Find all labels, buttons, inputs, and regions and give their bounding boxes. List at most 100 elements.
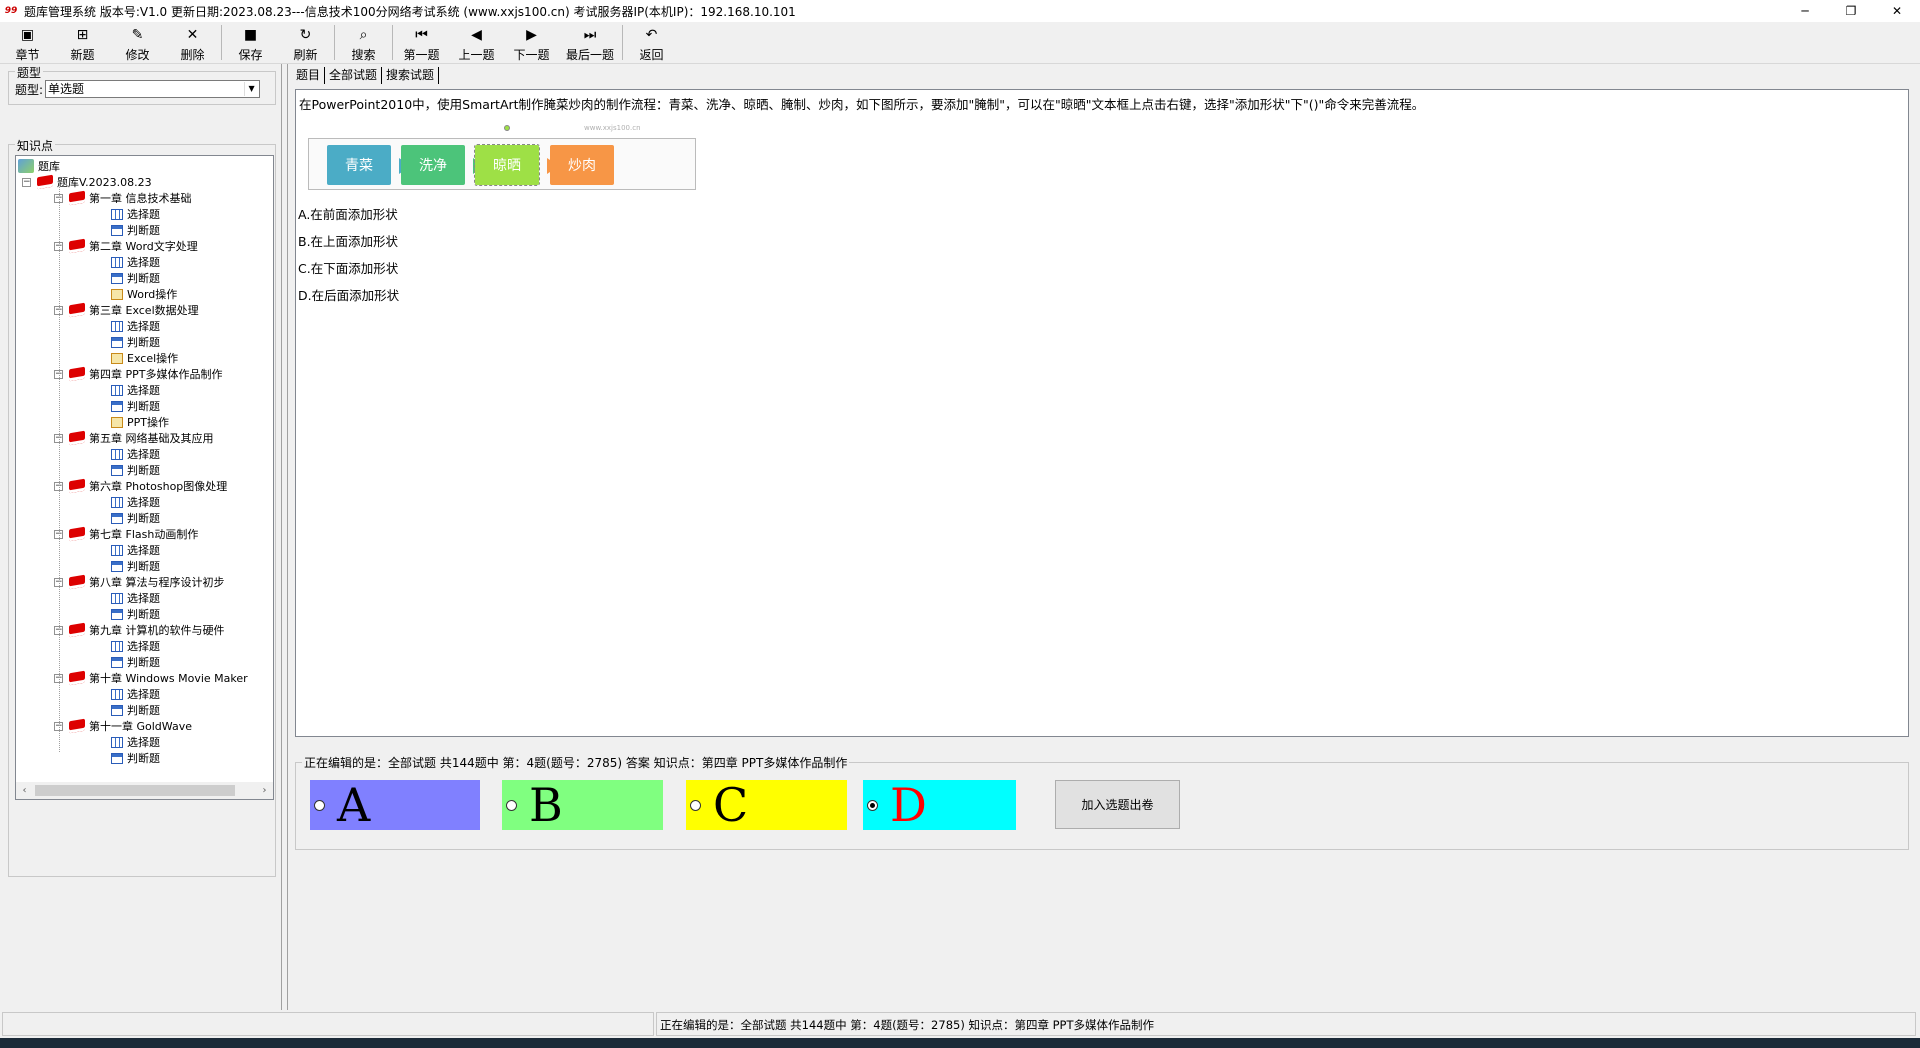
horizontal-scrollbar[interactable]: ‹ › — [16, 782, 273, 799]
scroll-thumb[interactable] — [35, 785, 235, 796]
tree-chapter[interactable]: − 第五章 网络基础及其应用 — [54, 430, 214, 446]
tree-leaf[interactable]: 选择题 — [111, 590, 160, 606]
toolbar-button-3[interactable]: ✕ 删除 — [165, 22, 220, 63]
tree-chapter[interactable]: − 第六章 Photoshop图像处理 — [54, 478, 227, 494]
tree-node-label: 判断题 — [127, 336, 160, 349]
judge-question-icon — [111, 464, 123, 476]
tree-leaf[interactable]: 判断题 — [111, 334, 160, 350]
chevron-down-icon[interactable]: ▼ — [244, 82, 258, 96]
minimize-button[interactable]: ─ — [1782, 0, 1828, 22]
answer-letter-c: C — [713, 778, 749, 832]
tree-leaf[interactable]: 选择题 — [111, 638, 160, 654]
collapse-icon[interactable]: − — [22, 177, 31, 187]
tree-node-label: 第九章 计算机的软件与硬件 — [89, 624, 225, 637]
tab-question[interactable]: 题目 — [292, 67, 326, 84]
toolbar-button-2[interactable]: ✎ 修改 — [110, 22, 165, 63]
toolbar-button-1[interactable]: ⊞ 新题 — [55, 22, 110, 63]
tree-node-label: Excel操作 — [127, 352, 179, 365]
tree-leaf[interactable]: 选择题 — [111, 318, 160, 334]
tree-leaf[interactable]: 判断题 — [111, 654, 160, 670]
toolbar-button-8[interactable]: ◀ 上一题 — [449, 22, 504, 63]
tree-bank[interactable]: − 题库V.2023.08.23 — [22, 174, 152, 190]
delete-icon: ✕ — [186, 27, 199, 43]
book-icon — [69, 670, 85, 686]
tree-leaf[interactable]: 判断题 — [111, 398, 160, 414]
knowledge-group-label: 知识点 — [15, 137, 56, 154]
tree-node-label: 选择题 — [127, 256, 160, 269]
add-to-paper-button[interactable]: 加入选题出卷 — [1055, 780, 1180, 829]
tree-node-label: 第一章 信息技术基础 — [89, 192, 192, 205]
tree-leaf[interactable]: 选择题 — [111, 254, 160, 270]
answer-radio-b[interactable] — [506, 799, 517, 811]
toolbar-button-9[interactable]: ▶ 下一题 — [504, 22, 559, 63]
tree-chapter[interactable]: − 第八章 算法与程序设计初步 — [54, 574, 225, 590]
tree-leaf[interactable]: 选择题 — [111, 382, 160, 398]
restore-button[interactable]: ❐ — [1828, 0, 1874, 22]
status-cell-left — [2, 1012, 654, 1036]
tree-node-label: 第六章 Photoshop图像处理 — [89, 480, 228, 493]
answer-choice-b[interactable]: B — [502, 780, 663, 830]
panel-splitter[interactable] — [282, 64, 288, 1010]
tab-search-questions[interactable]: 搜索试题 — [382, 67, 440, 84]
tree-leaf[interactable]: 判断题 — [111, 558, 160, 574]
tree-leaf[interactable]: 判断题 — [111, 702, 160, 718]
toolbar-separator — [221, 25, 222, 60]
tree-chapter[interactable]: − 第九章 计算机的软件与硬件 — [54, 622, 225, 638]
tree-root[interactable]: 题库 — [18, 158, 60, 174]
tree-node-label: 判断题 — [127, 560, 160, 573]
tree-node-label: 判断题 — [127, 512, 160, 525]
toolbar-button-5[interactable]: ↻ 刷新 — [278, 22, 333, 63]
tree-node-label: 题库V.2023.08.23 — [57, 176, 152, 189]
tree-leaf[interactable]: Word操作 — [111, 286, 177, 302]
tree-node-label: 选择题 — [127, 320, 160, 333]
toolbar-button-6[interactable]: ⌕ 搜索 — [336, 22, 391, 63]
scroll-left-icon[interactable]: ‹ — [16, 782, 33, 799]
tree-chapter[interactable]: − 第三章 Excel数据处理 — [54, 302, 199, 318]
judge-question-icon — [111, 560, 123, 572]
tree-leaf[interactable]: 选择题 — [111, 206, 160, 222]
answer-choice-d[interactable]: D — [863, 780, 1016, 830]
toolbar-button-10[interactable]: ⏭ 最后一题 — [559, 22, 621, 63]
answer-choice-c[interactable]: C — [686, 780, 847, 830]
type-select-value: 单选题 — [48, 82, 85, 96]
tree-chapter[interactable]: − 第一章 信息技术基础 — [54, 190, 192, 206]
type-select[interactable]: 单选题 ▼ — [45, 80, 261, 98]
tree-leaf[interactable]: 判断题 — [111, 606, 160, 622]
tree-leaf[interactable]: 选择题 — [111, 734, 160, 750]
tab-all-questions[interactable]: 全部试题 — [325, 67, 383, 84]
tree-leaf[interactable]: 判断题 — [111, 222, 160, 238]
tree-chapter[interactable]: − 第四章 PPT多媒体作品制作 — [54, 366, 222, 382]
tree-leaf[interactable]: 判断题 — [111, 750, 160, 766]
tree-chapter[interactable]: − 第二章 Word文字处理 — [54, 238, 198, 254]
tree-node-label: 第八章 算法与程序设计初步 — [89, 576, 225, 589]
tree-leaf[interactable]: 选择题 — [111, 494, 160, 510]
toolbar-button-0[interactable]: ▣ 章节 — [0, 22, 55, 63]
tree-chapter[interactable]: − 第七章 Flash动画制作 — [54, 526, 198, 542]
answer-radio-a[interactable] — [314, 799, 325, 811]
answer-letter-b: B — [529, 778, 563, 832]
tree-leaf[interactable]: 判断题 — [111, 270, 160, 286]
question-editor[interactable]: 在PowerPoint2010中，使用SmartArt制作腌菜炒肉的制作流程：青… — [295, 89, 1909, 737]
scroll-right-icon[interactable]: › — [256, 782, 273, 799]
answer-choice-a[interactable]: A — [310, 780, 480, 830]
judge-question-icon — [111, 512, 123, 524]
toolbar-button-4[interactable]: ■ 保存 — [223, 22, 278, 63]
tree-leaf[interactable]: Excel操作 — [111, 350, 178, 366]
tree-leaf[interactable]: 选择题 — [111, 686, 160, 702]
tree-leaf[interactable]: 判断题 — [111, 510, 160, 526]
left-panel: 题型 题型: 单选题 ▼ 知识点 题库 − 题库V.2023.08.23− 第一章 信… — [0, 64, 282, 1010]
answer-radio-d[interactable] — [867, 799, 878, 811]
answer-radio-c[interactable] — [690, 799, 701, 811]
toolbar-button-11[interactable]: ↶ 返回 — [624, 22, 679, 63]
close-button[interactable]: ✕ — [1874, 0, 1920, 22]
tree-chapter[interactable]: − 第十章 Windows Movie Maker — [54, 670, 248, 686]
tree-leaf[interactable]: 选择题 — [111, 542, 160, 558]
prev-icon: ◀ — [471, 27, 482, 43]
judge-question-icon — [111, 608, 123, 620]
book-icon — [69, 302, 85, 318]
tree-leaf[interactable]: 判断题 — [111, 462, 160, 478]
tree-leaf[interactable]: PPT操作 — [111, 414, 169, 430]
toolbar-button-7[interactable]: ⏮ 第一题 — [394, 22, 449, 63]
tree-chapter[interactable]: − 第十一章 GoldWave — [54, 718, 192, 734]
tree-leaf[interactable]: 选择题 — [111, 446, 160, 462]
